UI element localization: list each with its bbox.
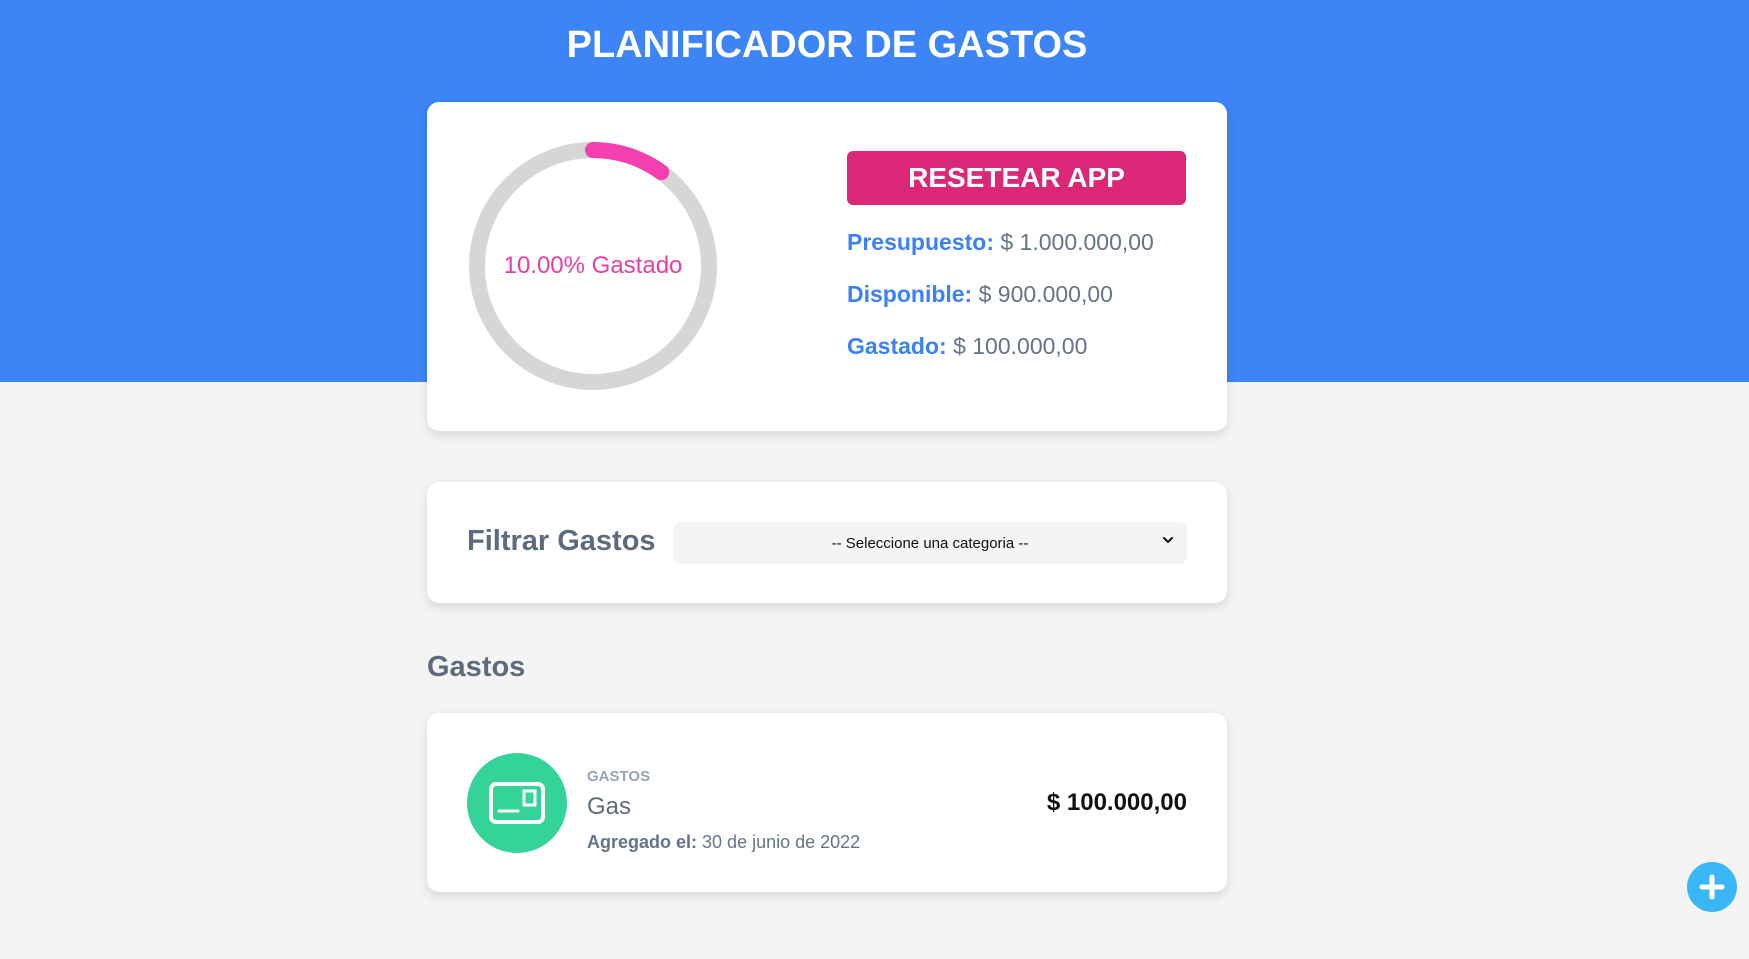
chevron-down-icon	[1163, 537, 1173, 543]
budget-card: 10.00% Gastado RESETEAR APP Presupuesto:…	[427, 102, 1227, 431]
expense-name: Gas	[587, 793, 632, 820]
category-select[interactable]: -- Seleccione una categoria --	[673, 522, 1187, 564]
available-value: $ 900.000,00	[978, 281, 1113, 307]
expenses-section-title: Gastos	[427, 651, 526, 683]
filter-card: Filtrar Gastos -- Seleccione una categor…	[427, 482, 1227, 603]
add-expense-button[interactable]	[1687, 862, 1737, 912]
category-select-value: -- Seleccione una categoria --	[831, 534, 1029, 552]
reset-app-button[interactable]: RESETEAR APP	[847, 151, 1186, 205]
expense-category: GASTOS	[587, 768, 651, 785]
expense-date: Agregado el: 30 de junio de 2022	[587, 832, 860, 853]
expense-date-value: 30 de junio de 2022	[702, 832, 861, 852]
card-icon	[489, 782, 545, 824]
expense-category-icon-wrap	[467, 753, 567, 853]
available-label: Disponible:	[847, 281, 973, 307]
page-title: PLANIFICADOR DE GASTOS	[566, 24, 1088, 66]
progress-ring: 10.00% Gastado	[467, 140, 719, 392]
ring-label: 10.00% Gastado	[503, 252, 683, 279]
expense-date-label: Agregado el:	[587, 832, 698, 852]
budget-value: $ 1.000.000,00	[1000, 229, 1154, 255]
app-page: PLANIFICADOR DE GASTOS 10.00% Gastado RE…	[0, 0, 1749, 959]
spent-label: Gastado:	[847, 333, 947, 359]
spent-stat: Gastado: $ 100.000,00	[847, 333, 1087, 360]
available-stat: Disponible: $ 900.000,00	[847, 281, 1113, 308]
plus-icon	[1699, 874, 1725, 900]
expense-amount: $ 100.000,00	[1046, 789, 1187, 816]
budget-stat: Presupuesto: $ 1.000.000,00	[847, 229, 1154, 256]
filter-label: Filtrar Gastos	[467, 525, 656, 557]
spent-value: $ 100.000,00	[953, 333, 1088, 359]
expense-item[interactable]: GASTOS Gas Agregado el: 30 de junio de 2…	[427, 713, 1227, 892]
budget-label: Presupuesto:	[847, 229, 994, 255]
